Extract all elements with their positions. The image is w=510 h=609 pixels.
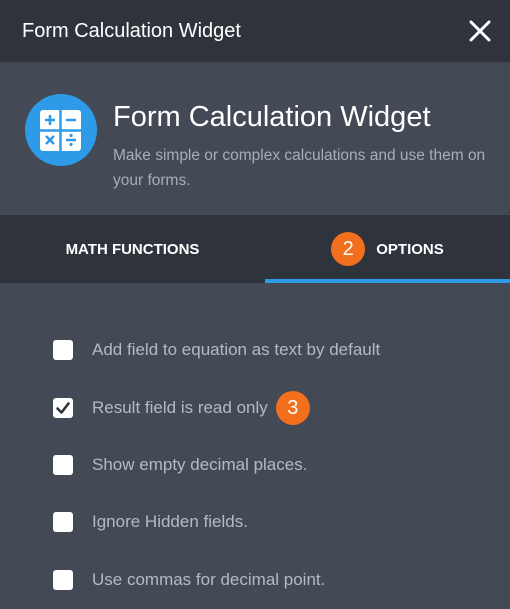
checkbox[interactable] [53,512,73,532]
tab-label: MATH FUNCTIONS [65,240,200,258]
window-title: Form Calculation Widget [22,19,241,42]
tab-math-functions[interactable]: MATH FUNCTIONS [0,215,265,283]
option-show-empty-decimals[interactable]: Show empty decimal places. [53,452,307,478]
step-badge: 2 [331,232,366,266]
close-icon [469,20,491,42]
option-use-commas-decimal[interactable]: Use commas for decimal point. [53,567,325,593]
option-add-field-as-text[interactable]: Add field to equation as text by default [53,337,380,363]
option-label: Use commas for decimal point. [92,570,326,589]
option-label: Ignore Hidden fields. [92,512,248,531]
calculator-icon [25,94,97,166]
checkbox[interactable] [53,570,73,590]
option-ignore-hidden-fields[interactable]: Ignore Hidden fields. [53,509,248,535]
widget-title: Form Calculation Widget [113,101,431,133]
option-label: Show empty decimal places. [92,455,308,474]
checkmark-icon [56,402,70,414]
widget-settings-window: Form Calculation Widget Form Calculation… [0,0,510,609]
tab-bar: MATH FUNCTIONS 2 OPTIONS [0,215,510,283]
checkbox[interactable] [53,455,73,475]
tab-options[interactable]: 2 OPTIONS [265,215,510,283]
option-label: Add field to equation as text by default [92,340,381,359]
option-label: Result field is read only [92,398,268,417]
checkbox[interactable] [53,340,73,360]
titlebar: Form Calculation Widget [0,0,510,62]
close-button[interactable] [464,15,496,47]
option-result-read-only[interactable]: Result field is read only 3 [53,391,310,425]
step-badge: 3 [275,391,310,425]
options-list: Add field to equation as text by default… [0,283,510,609]
checkbox-checked[interactable] [53,398,73,418]
widget-description: Make simple or complex calculations and … [113,147,486,189]
tab-label: OPTIONS [376,240,444,258]
widget-header: Form Calculation Widget Make simple or c… [0,62,510,215]
